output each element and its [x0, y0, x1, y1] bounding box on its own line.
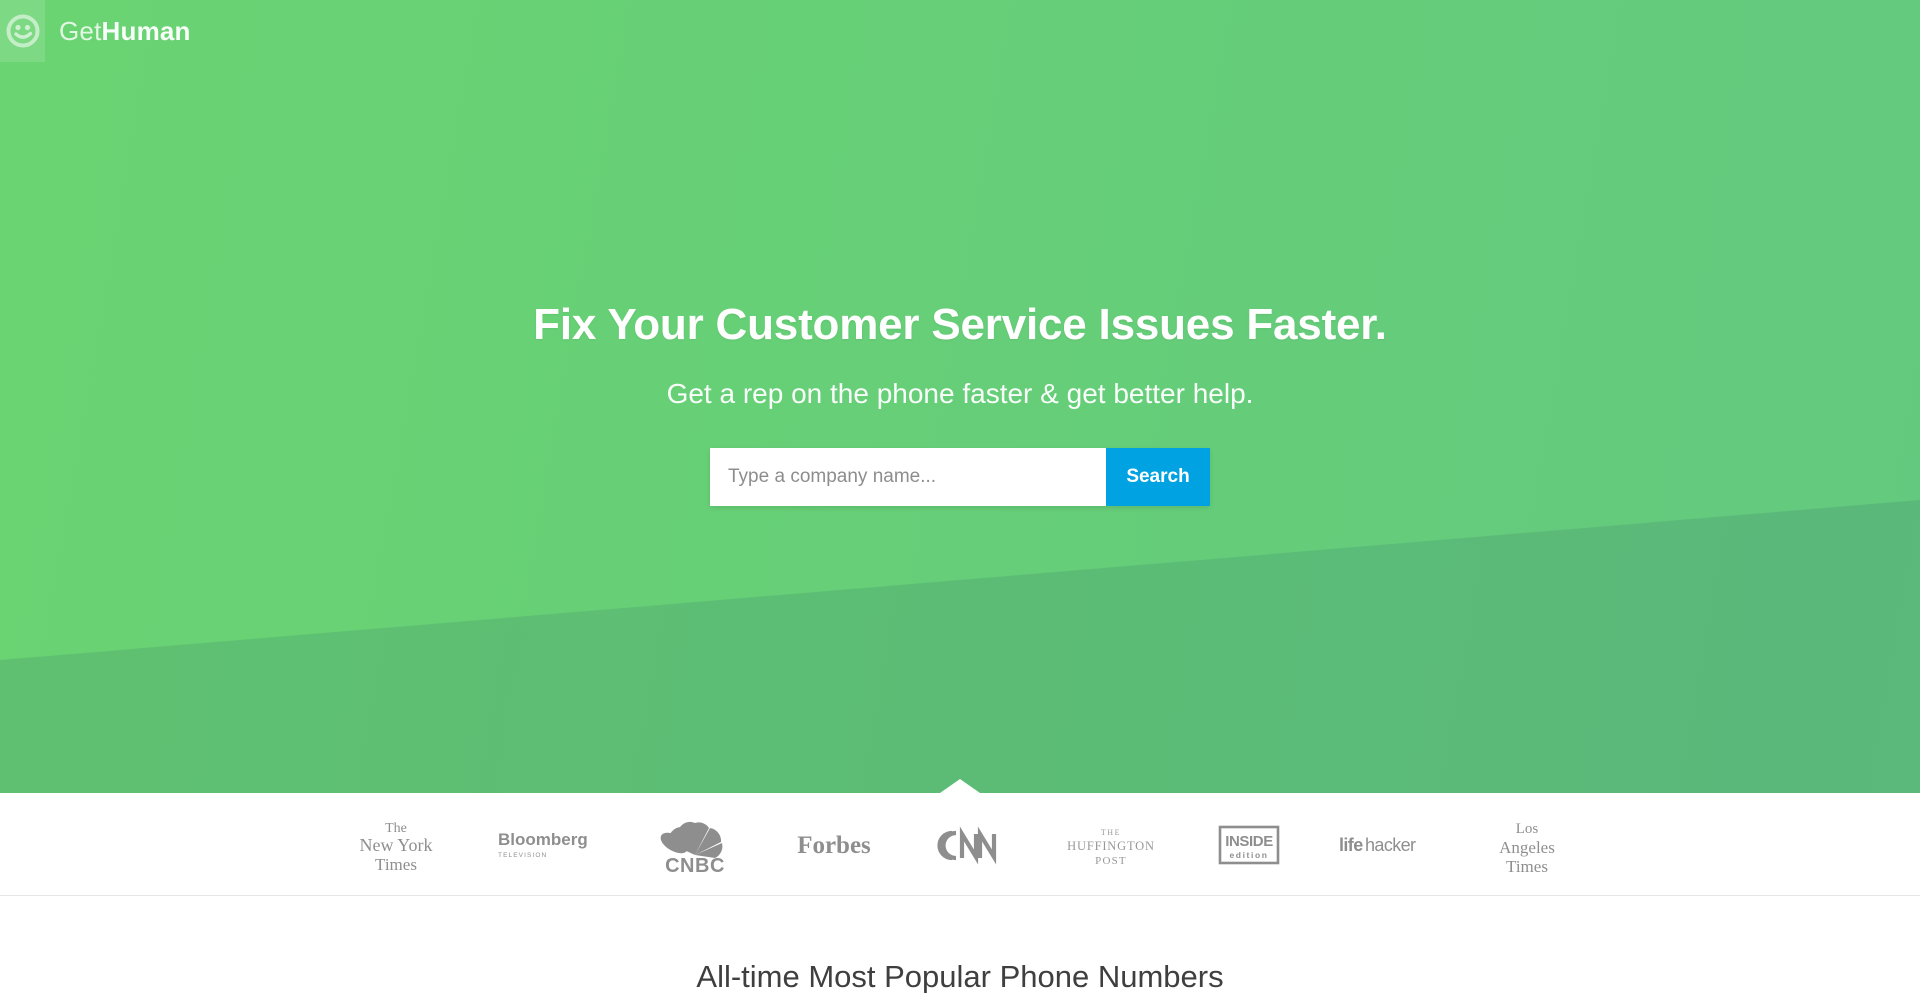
search-box: Search	[710, 448, 1210, 507]
page-title: Fix Your Customer Service Issues Faster.	[533, 300, 1387, 349]
hero-notch-triangle	[940, 779, 980, 793]
svg-text:Los: Los	[1516, 821, 1539, 837]
press-logo-inside-edition[interactable]: INSIDE edition	[1218, 806, 1280, 884]
svg-text:INSIDE: INSIDE	[1225, 833, 1273, 850]
svg-text:edition: edition	[1229, 850, 1268, 860]
brand-human-text: Human	[101, 16, 191, 46]
popular-numbers-section: All-time Most Popular Phone Numbers	[0, 896, 1920, 993]
brand-logo-link[interactable]: GetHuman	[0, 0, 191, 62]
press-logo-los-angeles-times[interactable]: Los Angeles Times	[1489, 806, 1565, 884]
smiley-face-icon	[0, 0, 45, 62]
press-logo-lifehacker[interactable]: life hacker	[1338, 806, 1430, 884]
svg-text:hacker: hacker	[1365, 835, 1416, 855]
hero-content: Fix Your Customer Service Issues Faster.…	[0, 0, 1920, 507]
svg-text:Times: Times	[375, 855, 417, 874]
svg-text:life: life	[1339, 835, 1363, 855]
search-button[interactable]: Search	[1106, 448, 1210, 507]
site-header: GetHuman	[0, 0, 1920, 62]
svg-text:CNBC: CNBC	[665, 855, 725, 875]
hero-subtitle: Get a rep on the phone faster & get bett…	[666, 377, 1254, 409]
press-logo-the-huffington-post[interactable]: THE HUFFINGTON POST	[1063, 806, 1159, 884]
press-logo-the-new-york-times[interactable]: The New York Times	[355, 806, 437, 884]
svg-text:New York: New York	[359, 835, 432, 855]
svg-text:Forbes: Forbes	[797, 832, 871, 859]
search-input[interactable]	[710, 448, 1106, 507]
svg-text:POST: POST	[1095, 855, 1127, 867]
svg-text:Bloomberg: Bloomberg	[498, 830, 588, 849]
press-logo-cnbc[interactable]: CNBC	[653, 806, 737, 884]
brand-get-text: Get	[59, 16, 102, 46]
press-logos-strip: The New York Times Bloomberg TELEVISION	[0, 793, 1920, 896]
press-logo-forbes[interactable]: Forbes	[795, 806, 873, 884]
svg-text:The: The	[385, 821, 407, 836]
svg-text:Times: Times	[1506, 857, 1548, 876]
press-logos-row: The New York Times Bloomberg TELEVISION	[355, 806, 1565, 884]
press-logo-bloomberg-television[interactable]: Bloomberg TELEVISION	[496, 806, 594, 884]
svg-text:THE: THE	[1101, 828, 1121, 837]
svg-text:TELEVISION: TELEVISION	[498, 852, 547, 859]
hero-section: GetHuman Fix Your Customer Service Issue…	[0, 0, 1920, 793]
svg-text:HUFFINGTON: HUFFINGTON	[1067, 839, 1155, 853]
press-strip-divider	[0, 895, 1920, 896]
brand-wordmark: GetHuman	[59, 18, 191, 44]
press-logo-cnn[interactable]	[932, 806, 1004, 884]
popular-numbers-title: All-time Most Popular Phone Numbers	[696, 959, 1224, 993]
svg-text:Angeles: Angeles	[1499, 838, 1555, 857]
search-area: Search	[0, 448, 1920, 507]
